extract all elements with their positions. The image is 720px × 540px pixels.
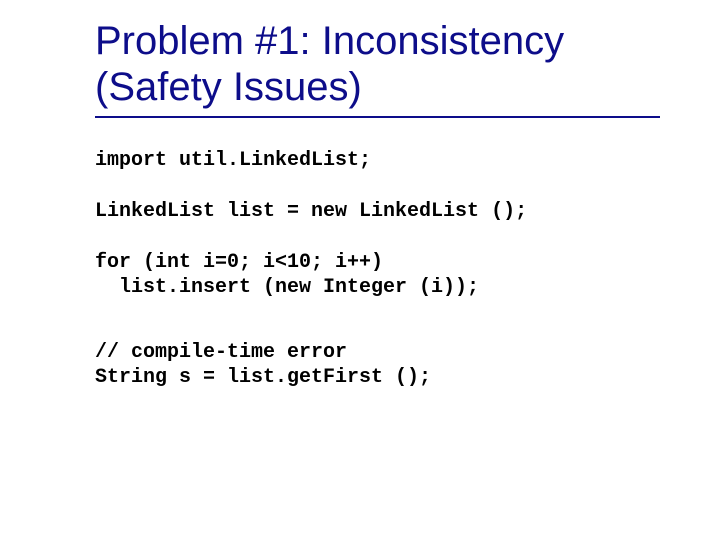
title-underline	[95, 116, 660, 118]
code-comment: // compile-time error	[95, 341, 347, 364]
title-line-1: Problem #1: Inconsistency	[95, 19, 564, 63]
code-for-line1: for (int i=0; i<10; i++)	[95, 251, 383, 274]
code-import: import util.LinkedList;	[95, 148, 660, 173]
code-comment-block: // compile-time error String s = list.ge…	[95, 340, 660, 390]
code-declaration: LinkedList list = new LinkedList ();	[95, 199, 660, 224]
code-for-loop: for (int i=0; i<10; i++) list.insert (ne…	[95, 250, 660, 300]
slide: Problem #1: Inconsistency (Safety Issues…	[0, 0, 720, 540]
code-getfirst: String s = list.getFirst ();	[95, 366, 431, 389]
title-line-2: (Safety Issues)	[95, 65, 362, 109]
code-for-line2: list.insert (new Integer (i));	[95, 276, 479, 299]
slide-title: Problem #1: Inconsistency (Safety Issues…	[95, 18, 660, 110]
